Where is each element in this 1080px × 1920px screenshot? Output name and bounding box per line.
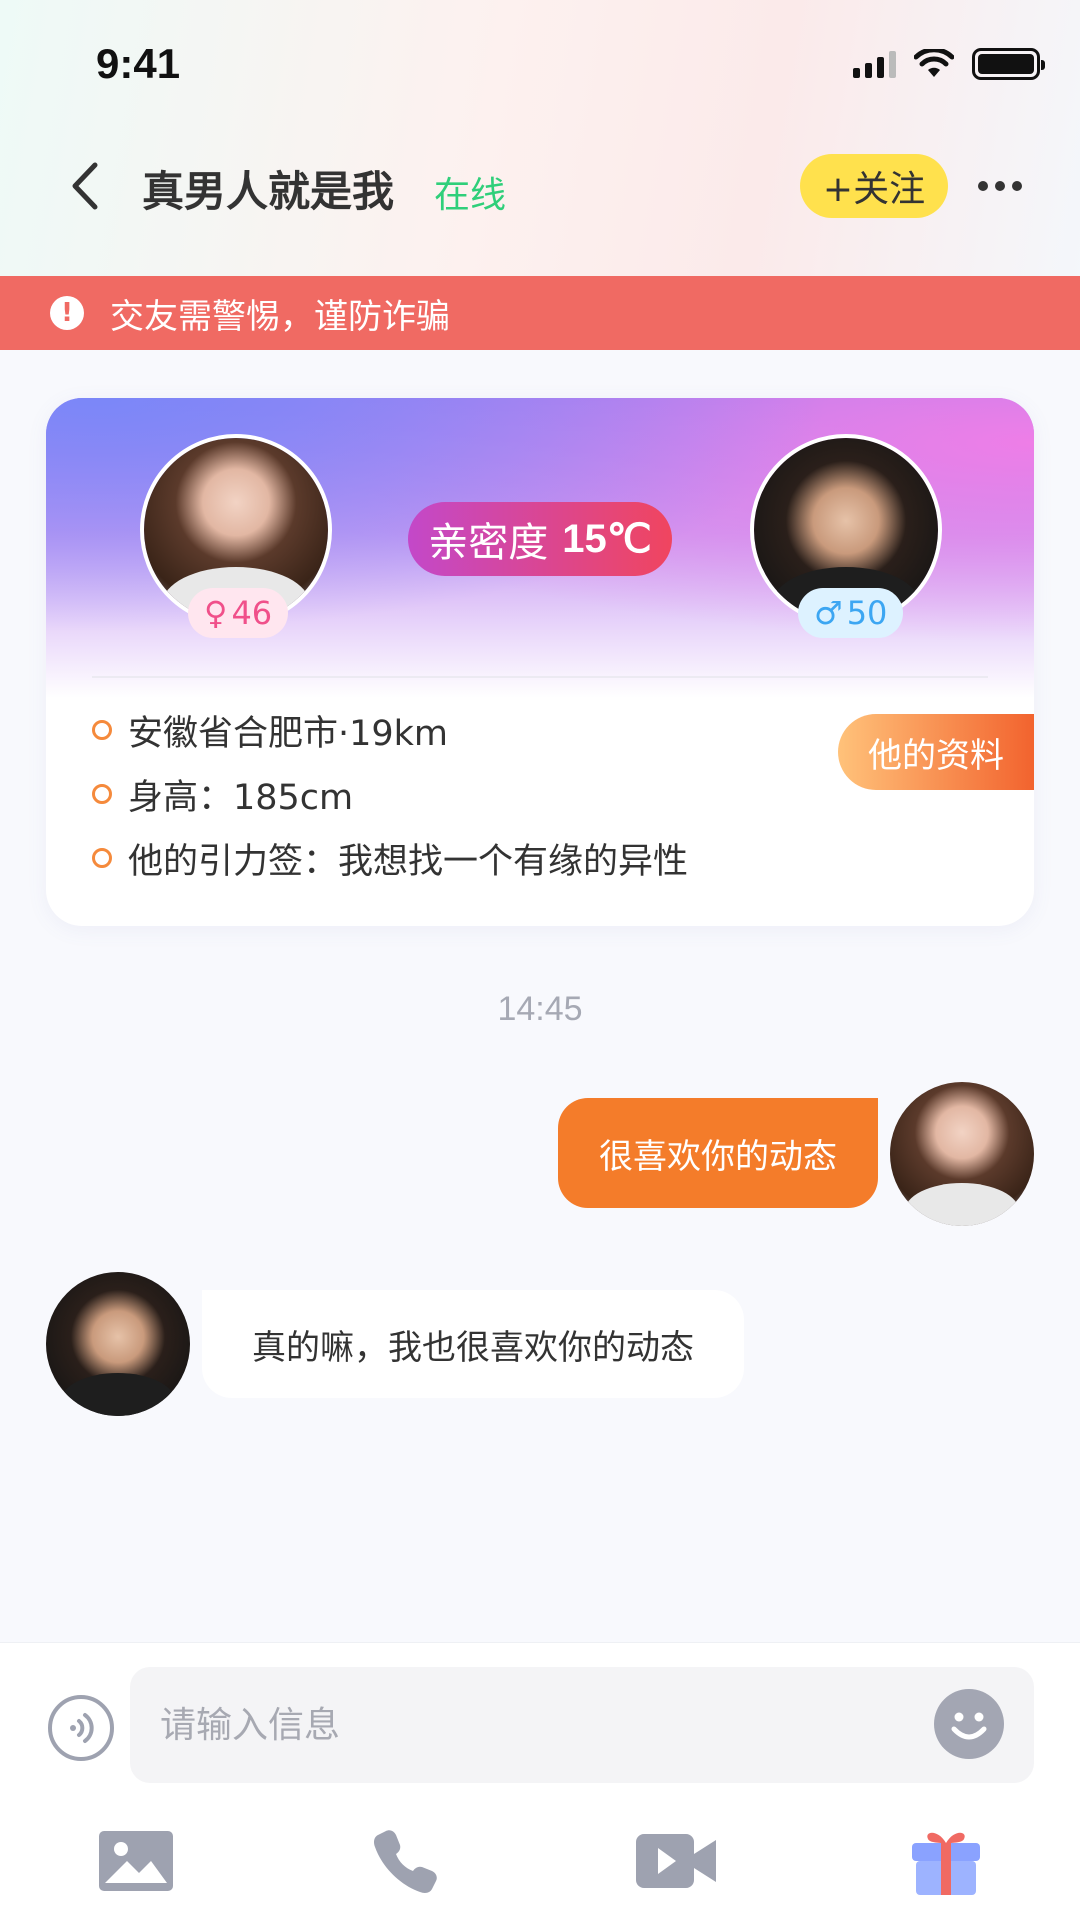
info-item-height: 身高：185cm (92, 762, 688, 826)
profile-card: ♀ 46 亲密度 15℃ ♂ 50 安徽省合肥市·19km 身高：185cm 他… (46, 398, 1034, 926)
image-icon (99, 1831, 173, 1891)
bullet-icon (92, 720, 112, 740)
back-button[interactable] (56, 154, 112, 218)
phone-icon (374, 1830, 437, 1893)
voice-call-button[interactable] (364, 1819, 448, 1903)
male-age: 50 (846, 594, 888, 632)
chat-header: 真男人就是我 在线 +关注 (0, 140, 1080, 230)
card-divider (92, 676, 988, 678)
status-bar: 9:41 (0, 0, 1080, 130)
action-toolbar (0, 1811, 1080, 1907)
profile-info-list: 安徽省合肥市·19km 身高：185cm 他的引力签：我想找一个有缘的异性 (92, 698, 688, 890)
my-chat-avatar[interactable] (890, 1082, 1034, 1226)
emoji-icon (951, 1712, 987, 1740)
female-age-badge: ♀ 46 (188, 588, 289, 638)
info-text: 他的引力签：我想找一个有缘的异性 (128, 841, 689, 882)
intimacy-value: 15℃ (562, 517, 652, 561)
message-input-box[interactable] (130, 1667, 1034, 1783)
bullet-icon (92, 848, 112, 868)
view-profile-button[interactable]: 他的资料 (838, 714, 1034, 790)
input-area (0, 1642, 1080, 1920)
intimacy-badge: 亲密度 15℃ (408, 502, 672, 576)
more-options-button[interactable] (972, 158, 1028, 214)
wifi-icon (914, 49, 954, 77)
battery-icon (972, 48, 1045, 80)
sent-message-bubble[interactable]: 很喜欢你的动态 (558, 1098, 878, 1208)
alert-icon: ! (50, 296, 84, 330)
warning-text: 交友需警惕，谨防诈骗 (110, 296, 450, 337)
status-time: 9:41 (96, 40, 181, 87)
online-status: 在线 (434, 175, 507, 216)
male-avatar-image (46, 1272, 190, 1416)
info-item-location: 安徽省合肥市·19km (92, 698, 688, 762)
gift-icon (912, 1832, 980, 1895)
voice-icon (70, 1713, 94, 1743)
chevron-left-icon (72, 162, 98, 210)
video-call-button[interactable] (634, 1819, 718, 1903)
voice-input-button[interactable] (48, 1695, 114, 1761)
video-icon (636, 1834, 716, 1888)
received-message-bubble[interactable]: 真的嘛，我也很喜欢你的动态 (202, 1290, 744, 1398)
bullet-icon (92, 784, 112, 804)
emoji-button[interactable] (934, 1689, 1004, 1759)
female-icon: ♀ (204, 594, 228, 632)
status-icons (853, 48, 1045, 80)
signal-icon (853, 50, 896, 78)
female-age: 46 (231, 594, 273, 632)
message-input[interactable] (160, 1697, 920, 1753)
follow-button[interactable]: +关注 (800, 154, 948, 218)
image-button[interactable] (94, 1819, 178, 1903)
contact-chat-avatar[interactable] (46, 1272, 190, 1416)
intimacy-label: 亲密度 (428, 520, 549, 566)
info-text: 身高：185cm (128, 777, 354, 818)
gift-button[interactable] (904, 1819, 988, 1903)
contact-name: 真男人就是我 (142, 167, 395, 216)
fraud-warning-banner: ! 交友需警惕，谨防诈骗 (0, 276, 1080, 350)
info-text: 安徽省合肥市·19km (128, 713, 449, 754)
more-dots-icon (978, 181, 988, 191)
female-avatar-image (890, 1082, 1034, 1226)
male-age-badge: ♂ 50 (798, 588, 904, 638)
info-item-tag: 他的引力签：我想找一个有缘的异性 (92, 826, 688, 890)
male-icon: ♂ (814, 594, 843, 632)
chat-timestamp: 14:45 (497, 990, 583, 1028)
